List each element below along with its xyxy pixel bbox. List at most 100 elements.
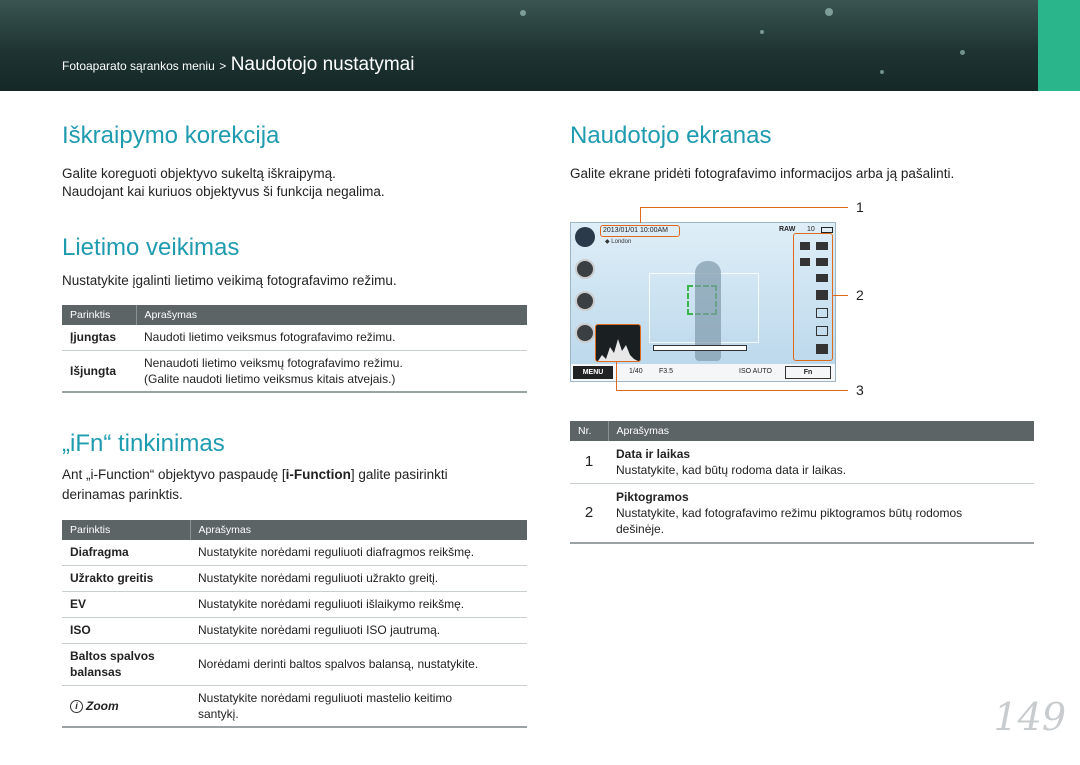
ifn-title: „iFn“ tinkinimas (62, 430, 225, 457)
histogram-chart (598, 339, 638, 361)
status-icon (816, 258, 828, 266)
touch-title: Lietimo veikimas (62, 234, 240, 261)
status-icon (816, 290, 828, 300)
table-row: Diafragma Nustatykite norėdami reguliuot… (62, 540, 527, 566)
iso-value: ISO AUTO (739, 368, 772, 375)
callout-line-1-h (640, 207, 848, 208)
quality-icon: RAW (779, 226, 796, 233)
table-header-row: Parinktis Aprašymas (62, 305, 527, 325)
page-number: 149 (993, 695, 1066, 739)
ifn-desc-line1: Ant „i-Function“ objektyvo paspaudę [i-F… (62, 465, 448, 485)
decor-dot (520, 10, 526, 16)
column-header: Parinktis (62, 520, 190, 540)
shots-remaining: 10 (807, 226, 815, 233)
status-icon (816, 274, 828, 282)
desc-line: Nustatykite, kad fotografavimo režimu pi… (616, 505, 963, 520)
desc-cell: Naudoti lietimo veiksmus fotografavimo r… (136, 325, 527, 351)
desc-cell: Norėdami derinti baltos spalvos balansą,… (190, 643, 527, 686)
status-icon (816, 344, 828, 354)
table-row: i Zoom Nustatykite norėdami reguliuoti ma… (62, 685, 527, 728)
nr-cell: 1 (570, 441, 608, 484)
camera-screen-illustration: 2013/01/01 10:00AM ◆ London 10 RAW MENU … (570, 222, 836, 382)
ifn-table: Parinktis Aprašymas Diafragma Nustatykit… (62, 520, 527, 728)
decor-dot (880, 70, 884, 74)
datetime-text: 2013/01/01 10:00AM (603, 227, 668, 234)
touch-table: Parinktis Aprašymas Įjungtas Naudoti lie… (62, 305, 527, 393)
nr-cell: 2 (570, 483, 608, 544)
header-banner: Fotoaparato sąrankos meniu > Naudotojo n… (0, 0, 1080, 91)
desc-cell: Nustatykite norėdami reguliuoti mastelio… (190, 685, 527, 728)
callout-line-3 (616, 361, 617, 390)
column-header: Aprašymas (135, 305, 527, 325)
desc-line: santykį. (198, 706, 239, 721)
row-title: Piktogramos (616, 489, 689, 504)
desc-line: Nustatykite norėdami reguliuoti mastelio… (198, 690, 453, 705)
desc-line: dešinėje. (616, 521, 665, 536)
shutter-speed: 1/40 (629, 368, 643, 375)
desc-cell: Nustatykite norėdami reguliuoti išlaikym… (190, 591, 527, 618)
video-icon (575, 323, 595, 343)
fn-button[interactable]: Fn (785, 366, 831, 379)
ifn-desc-bold: i-Function (285, 467, 351, 482)
callout-line-1 (640, 207, 641, 223)
table-row: Baltos spalvos balansas Norėdami derinti… (62, 643, 527, 686)
column-header: Aprašymas (607, 421, 1034, 441)
menu-button[interactable]: MENU (573, 366, 613, 379)
status-icon (800, 242, 810, 250)
desc-line: (Galite naudoti lietimo veiksmus kitais … (144, 371, 396, 386)
table-row: Užrakto greitis Nustatykite norėdami reg… (62, 565, 527, 592)
table-row: 1 Data ir laikas Nustatykite, kad būtų r… (570, 441, 1034, 484)
callout-number-2: 2 (856, 287, 864, 303)
option-cell: i Zoom (62, 685, 190, 728)
table-row: 2 Piktogramos Nustatykite, kad fotografa… (570, 483, 1034, 544)
zoom-label: Zoom (86, 698, 119, 713)
table-row: ISO Nustatykite norėdami reguliuoti ISO … (62, 617, 527, 644)
desc-cell: Data ir laikas Nustatykite, kad būtų rod… (608, 441, 1034, 484)
desc-line: Nustatykite, kad būtų rodoma data ir lai… (616, 462, 847, 477)
column-header: Nr. (570, 421, 608, 441)
status-icon (800, 258, 810, 266)
touch-desc: Nustatykite įgalinti lietimo veikimą fot… (62, 273, 397, 288)
decor-dot (825, 8, 833, 16)
option-cell: ISO (62, 617, 190, 644)
column-header: Parinktis (62, 305, 136, 325)
option-cell: Diafragma (62, 540, 190, 566)
header-accent-stripe (1038, 0, 1080, 91)
location-text: ◆ London (605, 238, 631, 245)
ifn-desc-line2: derinamas parinktis. (62, 487, 183, 502)
column-header: Aprašymas (189, 520, 527, 540)
bottom-bar: MENU 1/40 F3.5 ISO AUTO Fn (571, 364, 835, 381)
callout-number-1: 1 (856, 199, 864, 215)
zoom-bar (653, 345, 747, 351)
user-display-title: Naudotojo ekranas (570, 122, 772, 149)
callout-number-3: 3 (856, 382, 864, 398)
table-row: Išjungta Nenaudoti lietimo veiksmų fotog… (62, 350, 527, 393)
scene-icon (575, 291, 595, 311)
shots-count: 10 (807, 226, 815, 233)
table-header-row: Nr. Aprašymas (570, 421, 1034, 441)
datetime-box: 2013/01/01 10:00AM (600, 225, 680, 237)
desc-cell: Piktogramos Nustatykite, kad fotografavi… (608, 483, 1034, 544)
desc-cell: Nenaudoti lietimo veiksmų fotografavimo … (136, 350, 527, 393)
table-row: Įjungtas Naudoti lietimo veiksmus fotogr… (62, 325, 527, 351)
breadcrumb-parent[interactable]: Fotoaparato sąrankos meniu (62, 59, 215, 73)
table-header-row: Parinktis Aprašymas (62, 520, 527, 540)
distortion-line1: Galite koreguoti objektyvo sukeltą iškra… (62, 166, 336, 181)
status-icon (816, 242, 828, 250)
camera-icon (575, 259, 595, 279)
row-title: Data ir laikas (616, 446, 691, 461)
option-cell: Užrakto greitis (62, 565, 190, 592)
status-icon (816, 308, 828, 318)
right-icons-box (793, 233, 833, 361)
breadcrumb: Fotoaparato sąrankos meniu > Naudotojo n… (62, 54, 414, 76)
user-display-table: Nr. Aprašymas 1 Data ir laikas Nustatyki… (570, 421, 1034, 544)
i-function-icon: i (70, 700, 83, 714)
callout-line-2 (833, 295, 848, 296)
option-cell: Baltos spalvos balansas (62, 643, 190, 686)
option-line: Baltos spalvos (70, 649, 155, 663)
ifn-desc-post: ] galite pasirinkti (350, 467, 448, 482)
breadcrumb-current: Naudotojo nustatymai (230, 54, 415, 75)
decor-dot (960, 50, 965, 55)
user-display-desc: Galite ekrane pridėti fotografavimo info… (570, 166, 955, 181)
desc-line: Nenaudoti lietimo veiksmų fotografavimo … (144, 355, 403, 370)
